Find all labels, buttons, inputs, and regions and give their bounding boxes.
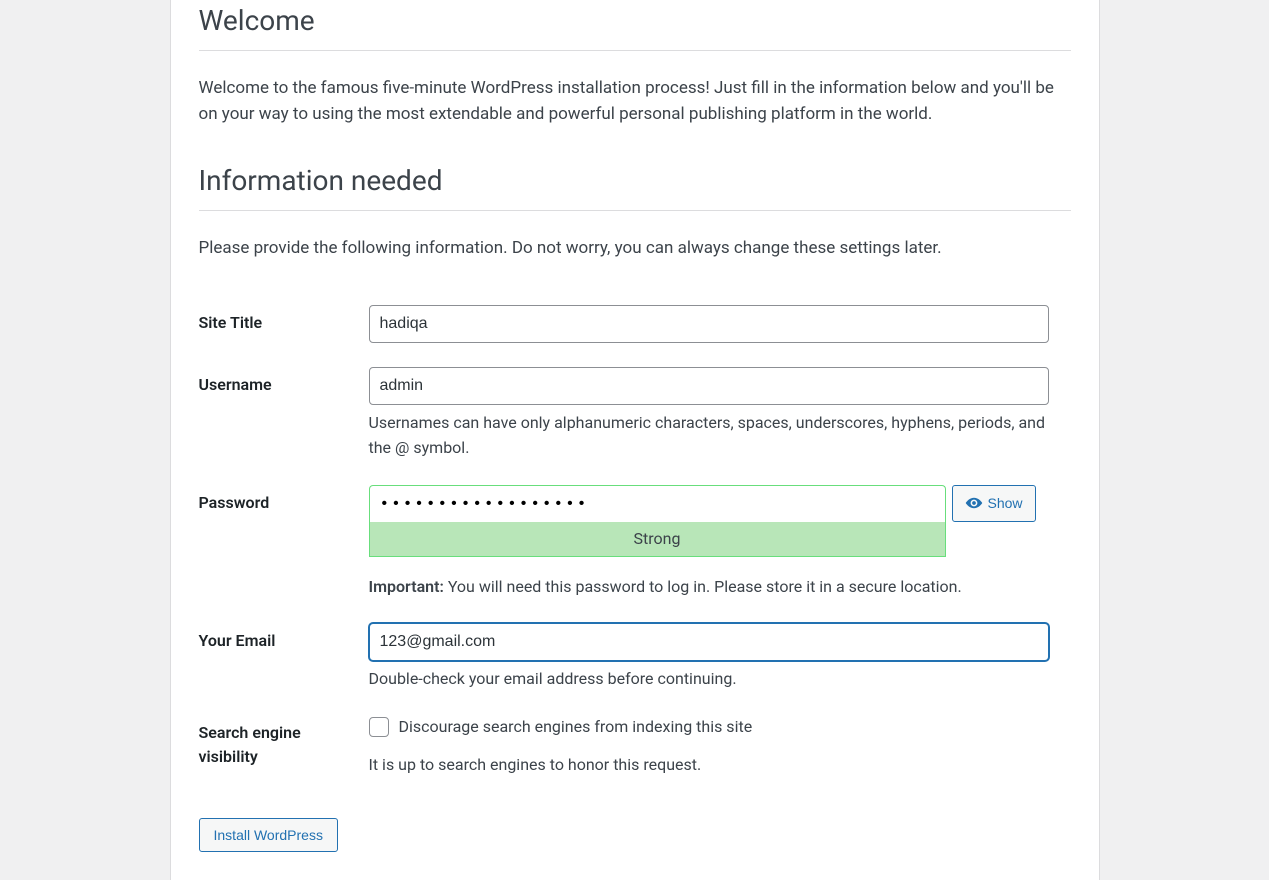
- install-container: Welcome Welcome to the famous five-minut…: [170, 0, 1100, 880]
- site-title-label: Site Title: [199, 293, 369, 355]
- info-needed-heading: Information needed: [199, 160, 1071, 211]
- search-engine-hint: It is up to search engines to honor this…: [369, 753, 1071, 778]
- search-engine-checkbox-label: Discourage search engines from indexing …: [399, 715, 753, 739]
- password-strength-meter: Strong: [369, 522, 946, 557]
- show-password-label: Show: [988, 495, 1023, 511]
- email-input[interactable]: [369, 623, 1049, 661]
- username-hint: Usernames can have only alphanumeric cha…: [369, 411, 1071, 461]
- email-hint: Double-check your email address before c…: [369, 667, 1071, 692]
- welcome-heading: Welcome: [199, 0, 1071, 51]
- username-label: Username: [199, 355, 369, 473]
- password-input[interactable]: [369, 485, 946, 522]
- important-text: You will need this password to log in. P…: [444, 577, 962, 596]
- important-label: Important:: [369, 577, 444, 596]
- eye-icon: [965, 494, 983, 512]
- email-label: Your Email: [199, 611, 369, 704]
- username-input[interactable]: [369, 367, 1049, 405]
- welcome-intro-text: Welcome to the famous five-minute WordPr…: [199, 75, 1071, 128]
- password-label: Password: [199, 473, 369, 611]
- search-engine-label: Search engine visibility: [199, 703, 369, 790]
- search-engine-checkbox[interactable]: [369, 717, 389, 737]
- install-form-table: Site Title Username Usernames can have o…: [199, 293, 1071, 790]
- install-wordpress-button[interactable]: Install WordPress: [199, 818, 338, 852]
- info-needed-text: Please provide the following information…: [199, 235, 1071, 261]
- show-password-button[interactable]: Show: [952, 485, 1036, 522]
- password-important-note: Important: You will need this password t…: [369, 575, 1071, 599]
- site-title-input[interactable]: [369, 305, 1049, 343]
